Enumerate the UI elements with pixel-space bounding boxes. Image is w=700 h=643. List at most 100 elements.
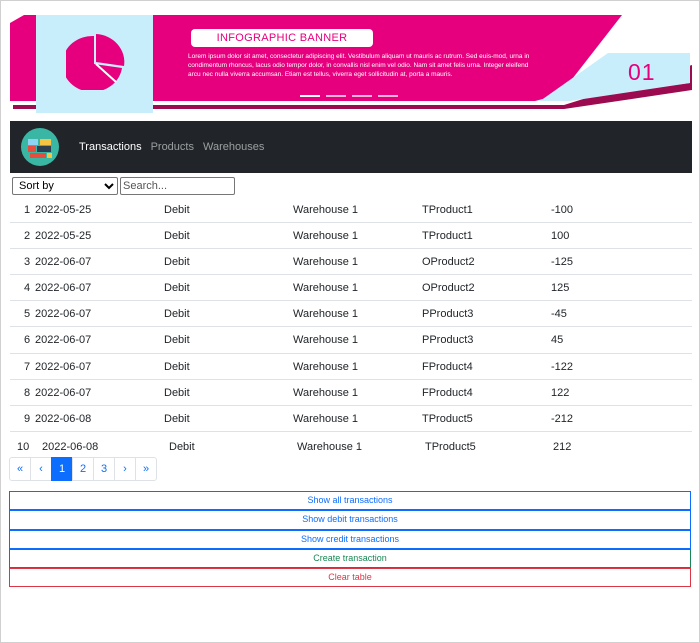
cell-quantity: -45 xyxy=(551,308,567,321)
table-row[interactable]: 5 2022-06-07 Debit Warehouse 1 PProduct3 -45 xyxy=(10,301,692,328)
slide-indicator[interactable] xyxy=(300,95,320,97)
table-row[interactable]: 2 2022-05-25 Debit Warehouse 1 TProduct1 100 xyxy=(10,223,692,250)
cell-date: 2022-06-07 xyxy=(35,256,92,269)
cell-warehouse: Warehouse 1 xyxy=(293,412,359,425)
banner-text: Lorem ipsum dolor sit amet, consectetur … xyxy=(188,53,530,78)
cell-warehouse: Warehouse 1 xyxy=(297,440,363,453)
cell-type: Debit xyxy=(164,360,190,373)
cell-date: 2022-06-08 xyxy=(42,440,99,453)
table-row[interactable]: 1 2022-05-25 Debit Warehouse 1 TProduct1 -100 xyxy=(10,197,692,224)
cell-type: Debit xyxy=(164,412,190,425)
slide-indicator[interactable] xyxy=(326,95,346,97)
cell-type: Debit xyxy=(164,204,190,216)
table-row[interactable]: 10 2022-06-08 Debit Warehouse 1 TProduct5 212 xyxy=(10,432,692,458)
slide-indicators xyxy=(300,95,398,97)
search-input[interactable] xyxy=(120,177,235,195)
cell-product: OProduct2 xyxy=(422,282,475,295)
cell-type: Debit xyxy=(164,282,190,295)
cell-id: 9 xyxy=(24,412,31,425)
banner-number: 01 xyxy=(628,59,656,85)
nav-link-products[interactable]: Products xyxy=(151,141,194,153)
cell-quantity: 125 xyxy=(551,282,570,295)
pagination: « ‹ 1 2 3 › » xyxy=(9,457,157,481)
show-all-button[interactable]: Show all transactions xyxy=(9,491,691,511)
table-row[interactable]: 3 2022-06-07 Debit Warehouse 1 OProduct2 -125 xyxy=(10,249,692,276)
cell-date: 2022-05-25 xyxy=(35,230,92,243)
page-1-button[interactable]: 1 xyxy=(51,457,73,481)
cell-id: 4 xyxy=(24,282,31,295)
nav-links: Transactions Products Warehouses xyxy=(79,141,264,153)
page-first-button[interactable]: « xyxy=(9,457,31,481)
cell-product: TProduct5 xyxy=(425,440,476,453)
cell-quantity: 45 xyxy=(551,334,564,347)
transactions-table: 1 2022-05-25 Debit Warehouse 1 TProduct1 -100… xyxy=(10,197,692,458)
nav-link-warehouses[interactable]: Warehouses xyxy=(203,141,264,153)
table-row[interactable]: 8 2022-06-07 Debit Warehouse 1 FProduct4 122 xyxy=(10,380,692,406)
cell-type: Debit xyxy=(169,440,195,453)
cell-quantity: -125 xyxy=(551,256,574,269)
cell-product: TProduct1 xyxy=(422,230,473,243)
cell-quantity: -212 xyxy=(551,412,574,425)
cell-date: 2022-06-07 xyxy=(35,386,92,399)
cell-id: 8 xyxy=(24,386,31,399)
cell-type: Debit xyxy=(164,230,190,243)
cell-date: 2022-06-07 xyxy=(35,282,92,295)
create-transaction-button[interactable]: Create transaction xyxy=(9,548,691,569)
cell-product: PProduct3 xyxy=(422,334,474,347)
cell-product: PProduct3 xyxy=(422,308,474,321)
cell-warehouse: Warehouse 1 xyxy=(293,282,359,295)
cell-product: TProduct1 xyxy=(422,204,473,216)
cell-quantity: -122 xyxy=(551,360,574,373)
slide-indicator[interactable] xyxy=(352,95,372,97)
cell-id: 3 xyxy=(24,256,31,269)
cell-warehouse: Warehouse 1 xyxy=(293,230,359,243)
page-prev-button[interactable]: ‹ xyxy=(30,457,52,481)
cell-warehouse: Warehouse 1 xyxy=(293,386,359,399)
cell-product: FProduct4 xyxy=(422,360,473,373)
cell-quantity: 122 xyxy=(551,386,570,399)
banner-title: INFOGRAPHIC BANNER xyxy=(191,29,373,47)
cell-type: Debit xyxy=(164,334,190,347)
cell-date: 2022-06-07 xyxy=(35,360,92,373)
page-2-button[interactable]: 2 xyxy=(72,457,94,481)
cell-quantity: 212 xyxy=(553,440,572,453)
clear-table-button[interactable]: Clear table xyxy=(9,568,691,588)
cell-quantity: -100 xyxy=(551,204,574,216)
page-next-button[interactable]: › xyxy=(114,457,136,481)
cell-id: 2 xyxy=(24,230,31,243)
cell-type: Debit xyxy=(164,308,190,321)
infographic-banner: INFOGRAPHIC BANNER Lorem ipsum dolor sit… xyxy=(10,15,692,113)
pie-chart-icon xyxy=(66,34,125,90)
page-3-button[interactable]: 3 xyxy=(93,457,115,481)
warehouse-logo-icon[interactable] xyxy=(21,128,59,166)
show-credit-button[interactable]: Show credit transactions xyxy=(9,529,691,549)
slide-indicator[interactable] xyxy=(378,95,398,97)
cell-product: FProduct4 xyxy=(422,386,473,399)
cell-type: Debit xyxy=(164,386,190,399)
cell-date: 2022-06-08 xyxy=(35,412,92,425)
table-row[interactable]: 9 2022-06-08 Debit Warehouse 1 TProduct5 -212 xyxy=(10,406,692,432)
action-buttons: Show all transactions Show debit transac… xyxy=(9,491,691,588)
cell-warehouse: Warehouse 1 xyxy=(293,308,359,321)
page-last-button[interactable]: » xyxy=(135,457,157,481)
navbar: Transactions Products Warehouses xyxy=(10,121,692,173)
table-row[interactable]: 7 2022-06-07 Debit Warehouse 1 FProduct4 -122 xyxy=(10,354,692,380)
cell-date: 2022-06-07 xyxy=(35,334,92,347)
show-debit-button[interactable]: Show debit transactions xyxy=(9,510,691,530)
cell-date: 2022-06-07 xyxy=(35,308,92,321)
table-row[interactable]: 6 2022-06-07 Debit Warehouse 1 PProduct3 45 xyxy=(10,327,692,354)
cell-warehouse: Warehouse 1 xyxy=(293,256,359,269)
cell-id: 7 xyxy=(24,360,31,373)
cell-warehouse: Warehouse 1 xyxy=(293,360,359,373)
nav-link-transactions[interactable]: Transactions xyxy=(79,141,142,153)
sort-select[interactable]: Sort by xyxy=(12,177,118,195)
cell-quantity: 100 xyxy=(551,230,570,243)
cell-product: OProduct2 xyxy=(422,256,475,269)
cell-id: 6 xyxy=(24,334,31,347)
cell-warehouse: Warehouse 1 xyxy=(293,204,359,216)
table-row[interactable]: 4 2022-06-07 Debit Warehouse 1 OProduct2 125 xyxy=(10,275,692,302)
cell-id: 10 xyxy=(17,440,30,453)
cell-product: TProduct5 xyxy=(422,412,473,425)
cell-id: 5 xyxy=(24,308,31,321)
cell-warehouse: Warehouse 1 xyxy=(293,334,359,347)
